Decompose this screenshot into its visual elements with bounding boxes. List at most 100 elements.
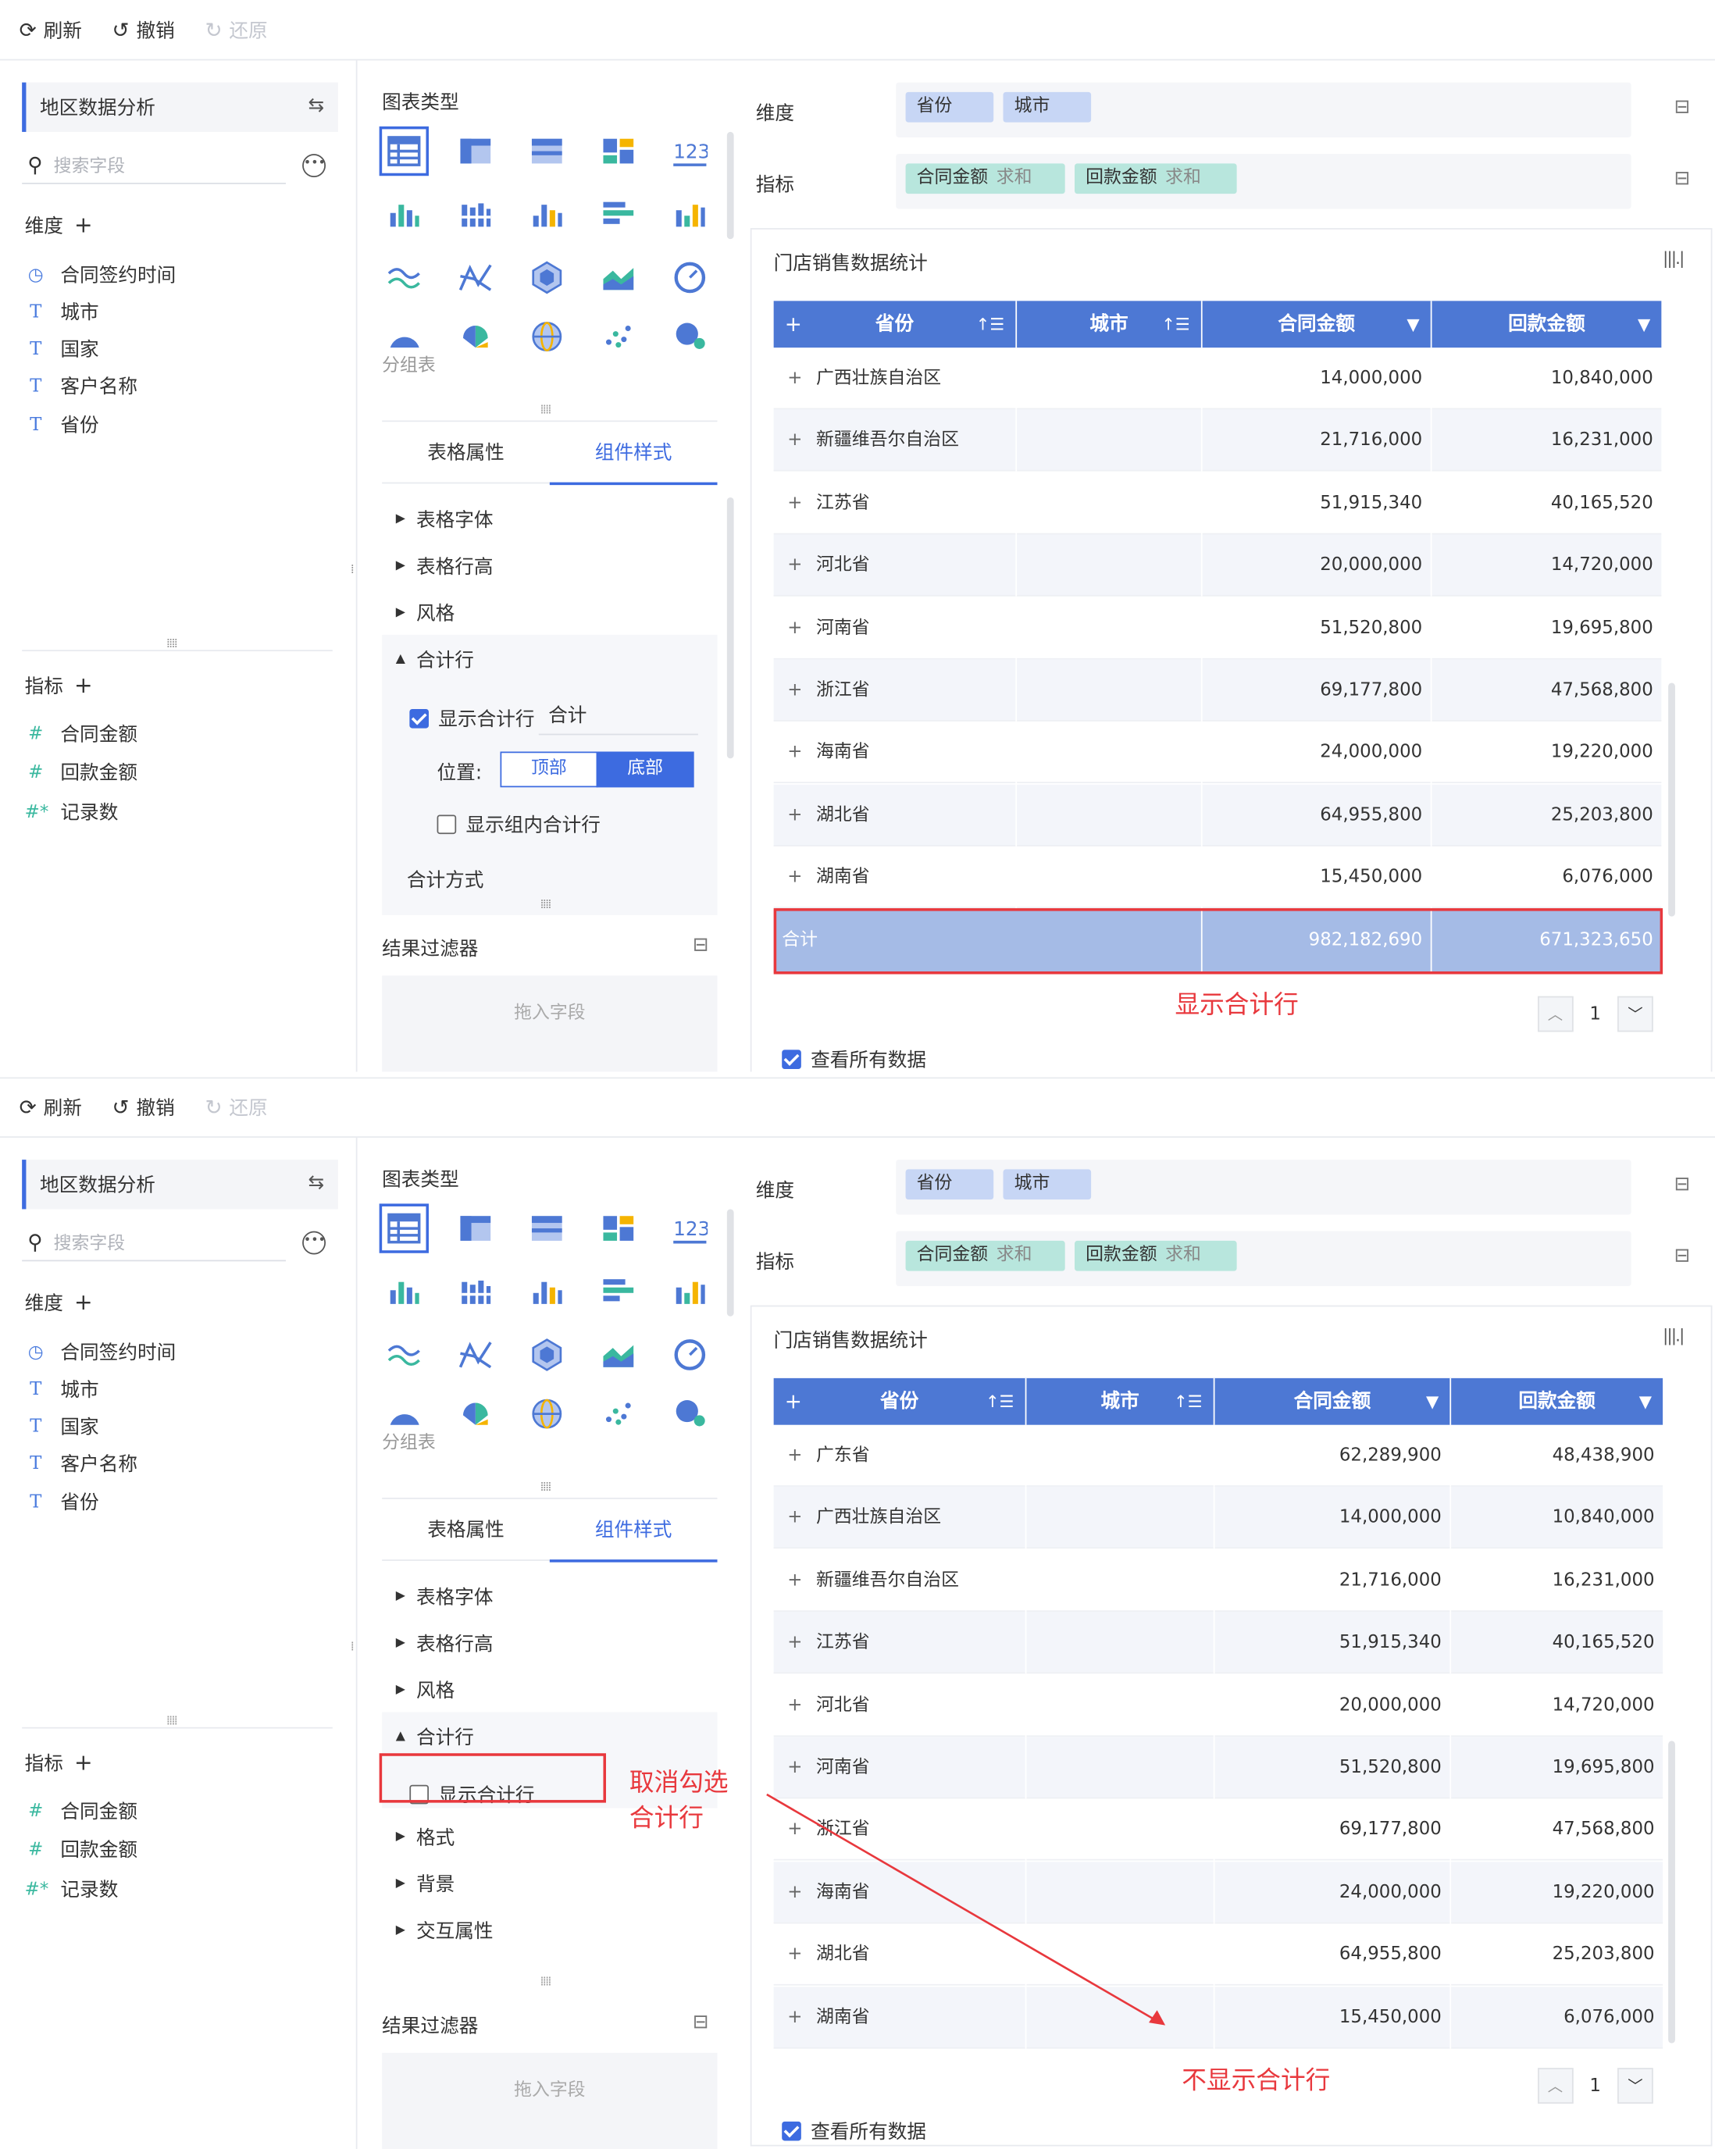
prop-background[interactable]: ▶ 背景 [396, 1870, 455, 1898]
expand-all-icon[interactable]: + [785, 1378, 802, 1425]
expand-row-icon[interactable]: + [787, 493, 802, 513]
shelf-settings-icon[interactable]: ⊟ [1674, 96, 1691, 118]
next-page-button[interactable]: ﹀ [1617, 996, 1653, 1032]
scatter-icon[interactable] [594, 311, 643, 360]
search-input[interactable]: ⚲ 搜索字段 [22, 146, 286, 184]
column-header-contract[interactable]: 合同金额 ▼ [1203, 301, 1432, 348]
tab-table-props[interactable]: 表格属性 [382, 422, 550, 485]
table-row[interactable]: + 广西壮族自治区 14,000,000 10,840,000 [773, 1487, 1663, 1549]
scatter-icon[interactable] [594, 1388, 643, 1437]
prev-page-button[interactable]: ︿ [1537, 996, 1574, 1032]
field-item[interactable]: # 合同金额 [25, 720, 137, 747]
panel-resize-grip[interactable]: ⁞ [351, 1641, 355, 1655]
bubble-icon[interactable] [665, 311, 715, 360]
area-chart-icon[interactable] [594, 1330, 643, 1379]
rose-chart-icon[interactable] [451, 1388, 500, 1437]
checkbox-checked[interactable] [782, 1049, 801, 1069]
measure-pill[interactable]: 回款金额 求和 [1075, 1240, 1237, 1271]
number-icon[interactable]: 123 [665, 127, 715, 176]
dropdown-icon[interactable]: ▼ [1639, 1378, 1652, 1425]
kpi-card-icon[interactable] [594, 1203, 643, 1253]
bubble-icon[interactable] [665, 1388, 715, 1437]
dataset-selector[interactable]: 地区数据分析 ⇆ [22, 1160, 338, 1210]
field-item[interactable]: T 省份 [25, 1488, 99, 1516]
field-item[interactable]: #* 记录数 [25, 1876, 119, 1903]
scrollbar[interactable] [1668, 1741, 1675, 2044]
field-item[interactable]: ◷ 合同签约时间 [25, 261, 176, 288]
expand-row-icon[interactable]: + [787, 430, 802, 451]
chart-settings-icon[interactable]: |||.| [1663, 248, 1685, 268]
table-row[interactable]: + 河北省 20,000,000 14,720,000 [773, 534, 1662, 597]
sort-icon[interactable]: ↑☰ [1174, 1378, 1203, 1425]
add-dimension-icon[interactable]: + [74, 1289, 93, 1315]
dropdown-icon[interactable]: ▼ [1426, 1378, 1439, 1425]
bar-chart-icon[interactable] [522, 1267, 572, 1316]
checkbox-checked[interactable] [409, 708, 429, 729]
switch-dataset-icon[interactable]: ⇆ [308, 1172, 325, 1194]
hexagon-map-icon[interactable] [522, 1330, 572, 1379]
expand-row-icon[interactable]: + [787, 805, 802, 825]
prop-row-height[interactable]: ▶ 表格行高 [396, 1630, 494, 1657]
prop-style[interactable]: ▶ 风格 [396, 1677, 455, 1704]
table-icon[interactable] [379, 1203, 429, 1253]
dataset-selector[interactable]: 地区数据分析 ⇆ [22, 82, 338, 132]
result-filter-dropzone[interactable]: 拖入字段 [382, 975, 718, 1072]
expand-row-icon[interactable]: + [787, 618, 802, 638]
expand-row-icon[interactable]: + [787, 680, 802, 700]
expand-row-icon[interactable]: + [787, 1570, 802, 1591]
column-header-payment[interactable]: 回款金额 ▼ [1451, 1378, 1663, 1425]
checkbox-checked[interactable] [782, 2121, 801, 2141]
add-measure-icon[interactable]: + [74, 1749, 93, 1775]
position-top-button[interactable]: 顶部 [500, 751, 598, 788]
undo-button[interactable]: ↺ 撤销 [112, 16, 175, 43]
show-total-checkbox[interactable]: 显示合计行 [409, 705, 534, 732]
line-chart-icon[interactable] [380, 1330, 429, 1379]
resize-grip[interactable]: ⁞⁞⁞⁞ [540, 404, 552, 418]
position-bottom-button[interactable]: 底部 [596, 751, 694, 788]
globe-map-icon[interactable] [522, 1388, 572, 1437]
expand-row-icon[interactable]: + [787, 743, 802, 763]
chart-settings-icon[interactable]: |||.| [1663, 1326, 1685, 1345]
measure-pill[interactable]: 合同金额 求和 [905, 163, 1065, 194]
table-row[interactable]: + 湖南省 15,450,000 6,076,000 [773, 846, 1662, 909]
refresh-button[interactable]: ⟳ 刷新 [20, 1094, 82, 1121]
column-header-city[interactable]: 城市 ↑☰ [1026, 1377, 1215, 1425]
gauge-icon[interactable] [665, 253, 715, 302]
next-page-button[interactable]: ﹀ [1617, 2068, 1653, 2104]
horizontal-bar-icon[interactable] [594, 190, 643, 239]
table-row[interactable]: + 河南省 51,520,800 19,695,800 [773, 1737, 1663, 1799]
prop-interaction[interactable]: ▶ 交互属性 [396, 1917, 494, 1944]
hexagon-map-icon[interactable] [522, 253, 572, 302]
field-item[interactable]: T 国家 [25, 335, 99, 362]
globe-map-icon[interactable] [522, 311, 572, 360]
dimension-pill[interactable]: 省份 [905, 91, 994, 123]
field-item[interactable]: T 客户名称 [25, 372, 137, 400]
table-row[interactable]: + 河南省 51,520,800 19,695,800 [773, 597, 1662, 659]
multi-bar-icon[interactable] [665, 1267, 715, 1316]
measure-pill[interactable]: 回款金额 求和 [1075, 163, 1237, 194]
table-row[interactable]: + 海南省 24,000,000 19,220,000 [773, 722, 1662, 784]
checkbox-unchecked[interactable] [437, 814, 457, 835]
radar-line-icon[interactable] [451, 1330, 500, 1379]
column-header-province[interactable]: + 省份 ↑☰ [774, 1377, 1027, 1425]
total-name-input[interactable]: 合计 [538, 694, 698, 736]
measure-pill[interactable]: 合同金额 求和 [905, 1240, 1065, 1271]
column-header-province[interactable]: + 省份 ↑☰ [774, 301, 1018, 348]
stacked-bar-icon[interactable] [451, 1267, 500, 1316]
field-item[interactable]: # 回款金额 [25, 1836, 137, 1863]
shelf-settings-icon[interactable]: ⊟ [1674, 168, 1691, 190]
cross-table-icon[interactable] [451, 127, 500, 176]
prop-table-font[interactable]: ▶ 表格字体 [396, 506, 494, 533]
field-item[interactable]: T 城市 [25, 1375, 99, 1402]
field-item[interactable]: #* 记录数 [25, 798, 119, 825]
expand-row-icon[interactable]: + [787, 1758, 802, 1778]
expand-row-icon[interactable]: + [787, 1695, 802, 1716]
scrollbar[interactable] [726, 131, 734, 240]
prop-table-font[interactable]: ▶ 表格字体 [396, 1583, 494, 1610]
table-row[interactable]: + 江苏省 51,915,340 40,165,520 [773, 472, 1662, 535]
table-row[interactable]: + 浙江省 69,177,800 47,568,800 [773, 659, 1662, 722]
horizontal-bar-icon[interactable] [594, 1267, 643, 1316]
resize-grip[interactable]: ⁞⁞⁞⁞ [540, 1976, 552, 1990]
stacked-bar-icon[interactable] [451, 190, 500, 239]
switch-dataset-icon[interactable]: ⇆ [308, 94, 325, 116]
